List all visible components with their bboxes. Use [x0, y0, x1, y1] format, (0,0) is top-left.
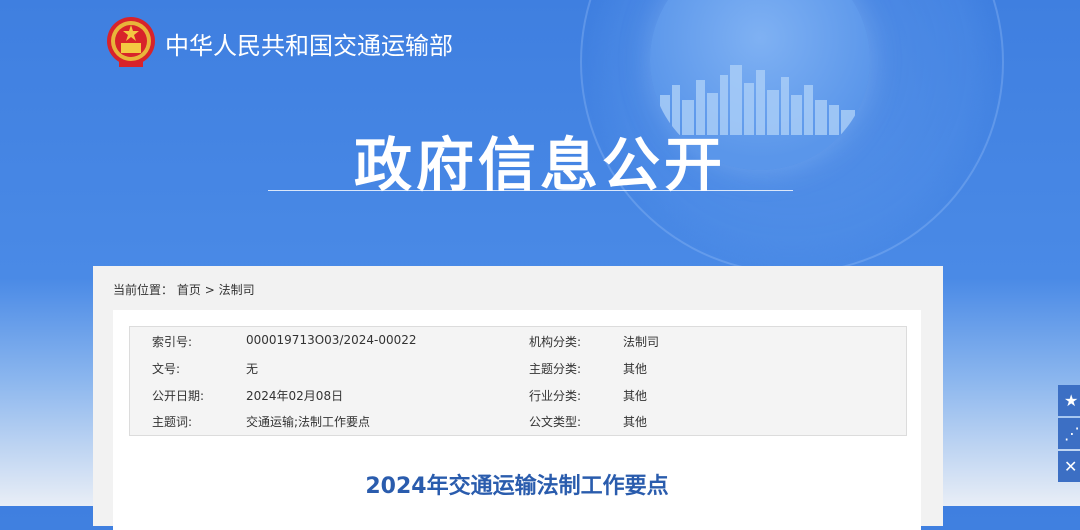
title-underline-divider	[268, 190, 793, 191]
share-icon[interactable]: ⋰	[1058, 418, 1080, 449]
metadata-value: 无	[246, 362, 259, 376]
star-icon[interactable]: ★	[1058, 385, 1080, 416]
metadata-label: 行业分类:	[529, 389, 582, 403]
metadata-value: 交通运输;法制工作要点	[246, 415, 371, 429]
metadata-label: 索引号:	[152, 335, 193, 349]
main-panel: 当前位置： 首页 > 法制司 索引号: 000019713O03/2024-00…	[93, 266, 943, 530]
breadcrumb-home-link[interactable]: 首页	[177, 283, 201, 297]
metadata-label: 文号:	[152, 362, 181, 376]
document-metadata-table: 索引号: 000019713O03/2024-00022 机构分类: 法制司 文…	[129, 326, 907, 436]
metadata-label: 主题词:	[152, 415, 193, 429]
breadcrumb-prefix: 当前位置：	[113, 283, 174, 297]
metadata-value: 其他	[623, 415, 648, 429]
ministry-name[interactable]: 中华人民共和国交通运输部	[165, 26, 453, 61]
close-icon[interactable]: ✕	[1058, 451, 1080, 482]
metadata-value: 其他	[623, 362, 648, 376]
document-content: 索引号: 000019713O03/2024-00022 机构分类: 法制司 文…	[113, 310, 921, 530]
breadcrumb-separator: >	[204, 283, 215, 297]
metadata-value: 2024年02月08日	[246, 389, 344, 403]
metadata-label: 公文类型:	[529, 415, 582, 429]
metadata-row: 公开日期: 2024年02月08日 行业分类: 其他	[130, 381, 906, 407]
metadata-row: 主题词: 交通运输;法制工作要点 公文类型: 其他	[130, 407, 906, 433]
national-emblem-logo[interactable]	[105, 15, 157, 71]
metadata-value: 000019713O03/2024-00022	[246, 333, 417, 347]
metadata-row: 文号: 无 主题分类: 其他	[130, 354, 906, 380]
document-title: 2024年交通运输法制工作要点	[365, 474, 669, 499]
side-toolbar: ★ ⋰ ✕	[1058, 385, 1080, 484]
metadata-row: 索引号: 000019713O03/2024-00022 机构分类: 法制司	[130, 327, 906, 353]
metadata-label: 公开日期:	[152, 389, 205, 403]
metadata-value: 法制司	[623, 335, 660, 349]
site-header: 中华人民共和国交通运输部	[105, 15, 453, 71]
breadcrumb-current-link[interactable]: 法制司	[219, 283, 255, 297]
metadata-value: 其他	[623, 389, 648, 403]
metadata-label: 机构分类:	[529, 335, 582, 349]
metadata-label: 主题分类:	[529, 362, 582, 376]
breadcrumb: 当前位置： 首页 > 法制司	[113, 281, 255, 298]
